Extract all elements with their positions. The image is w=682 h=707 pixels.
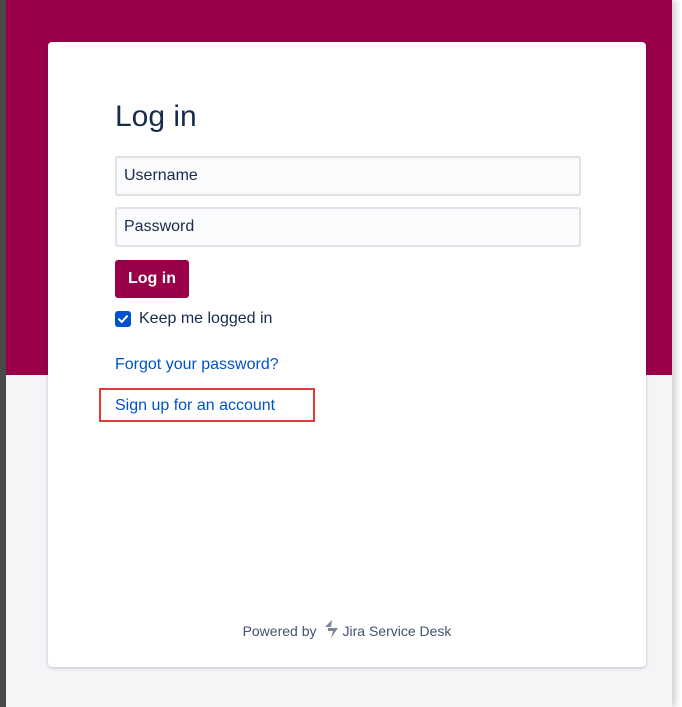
username-input[interactable] [115, 156, 581, 196]
powered-by-label: Powered by [242, 622, 317, 639]
product-name[interactable]: Jira Service Desk [343, 623, 452, 639]
login-card: Log in Log in Keep me logged in Forgot y… [48, 42, 646, 667]
keep-logged-in-checkbox[interactable] [115, 311, 131, 327]
powered-by-footer: Powered by Jira Service Desk [48, 620, 646, 641]
keep-logged-in-label: Keep me logged in [139, 310, 273, 327]
page-title: Log in [115, 100, 197, 133]
browser-frame: Log in Log in Keep me logged in Forgot y… [0, 0, 672, 707]
jira-service-desk-icon [323, 620, 339, 641]
signup-link[interactable]: Sign up for an account [115, 397, 275, 415]
keep-logged-in-option[interactable]: Keep me logged in [115, 310, 272, 328]
password-input[interactable] [115, 207, 581, 247]
login-button[interactable]: Log in [115, 260, 189, 298]
forgot-password-link[interactable]: Forgot your password? [115, 356, 279, 374]
checkmark-icon [118, 315, 128, 323]
